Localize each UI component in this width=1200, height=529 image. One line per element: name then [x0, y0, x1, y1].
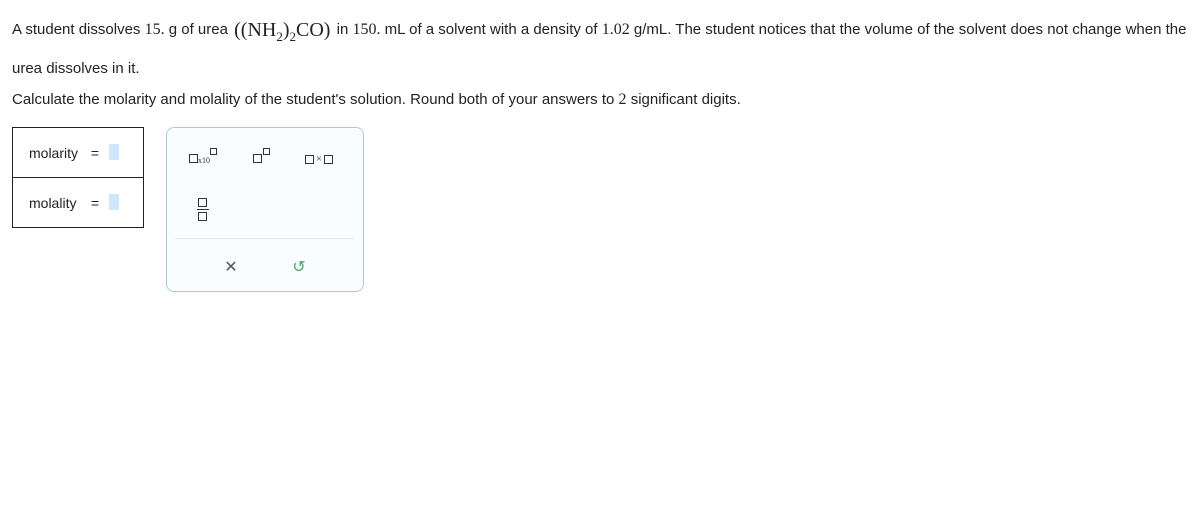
text: Calculate the molarity and molality of t…	[12, 91, 619, 108]
reset-icon: ↺	[292, 257, 305, 277]
text: A student dissolves	[12, 21, 145, 38]
superscript-button[interactable]	[239, 142, 283, 176]
volume-value: 150.	[352, 21, 380, 38]
molarity-input[interactable]	[109, 144, 119, 160]
answer-table: molarity = molality =	[12, 127, 144, 228]
molarity-row: molarity =	[13, 128, 144, 178]
close-icon: ✕	[224, 257, 237, 277]
action-row: ✕ ↺	[175, 247, 355, 283]
mass-value: 15.	[145, 21, 165, 38]
clear-button[interactable]: ✕	[217, 253, 245, 281]
prompt-text: Calculate the molarity and molality of t…	[12, 91, 1188, 109]
multiply-button[interactable]: ×	[297, 142, 341, 176]
fraction-button[interactable]	[181, 192, 225, 226]
work-area: molarity = molality = x10 ×	[12, 127, 1188, 292]
reset-button[interactable]: ↺	[285, 253, 313, 281]
text: in	[332, 21, 352, 38]
equals-sign: =	[91, 195, 99, 211]
tool-row-1: x10 ×	[175, 138, 355, 180]
text: g of urea	[165, 21, 233, 38]
molality-label: molality	[29, 195, 87, 211]
problem-statement: A student dissolves 15. g of urea ((NH2)…	[12, 8, 1188, 85]
equation-toolbar: x10 × ✕	[166, 127, 364, 292]
divider	[175, 238, 355, 239]
molality-row: molality =	[13, 178, 144, 228]
tool-row-2	[175, 188, 355, 230]
equals-sign: =	[91, 145, 99, 161]
text: significant digits.	[627, 91, 741, 108]
molality-input[interactable]	[109, 194, 119, 210]
text: mL of a solvent with a density of	[380, 21, 601, 38]
sigfig-count: 2	[619, 91, 627, 108]
molarity-label: molarity	[29, 145, 87, 161]
density-value: 1.02	[602, 21, 630, 38]
chemical-formula: ((NH2)2CO)	[232, 8, 332, 52]
scientific-notation-button[interactable]: x10	[181, 142, 225, 176]
